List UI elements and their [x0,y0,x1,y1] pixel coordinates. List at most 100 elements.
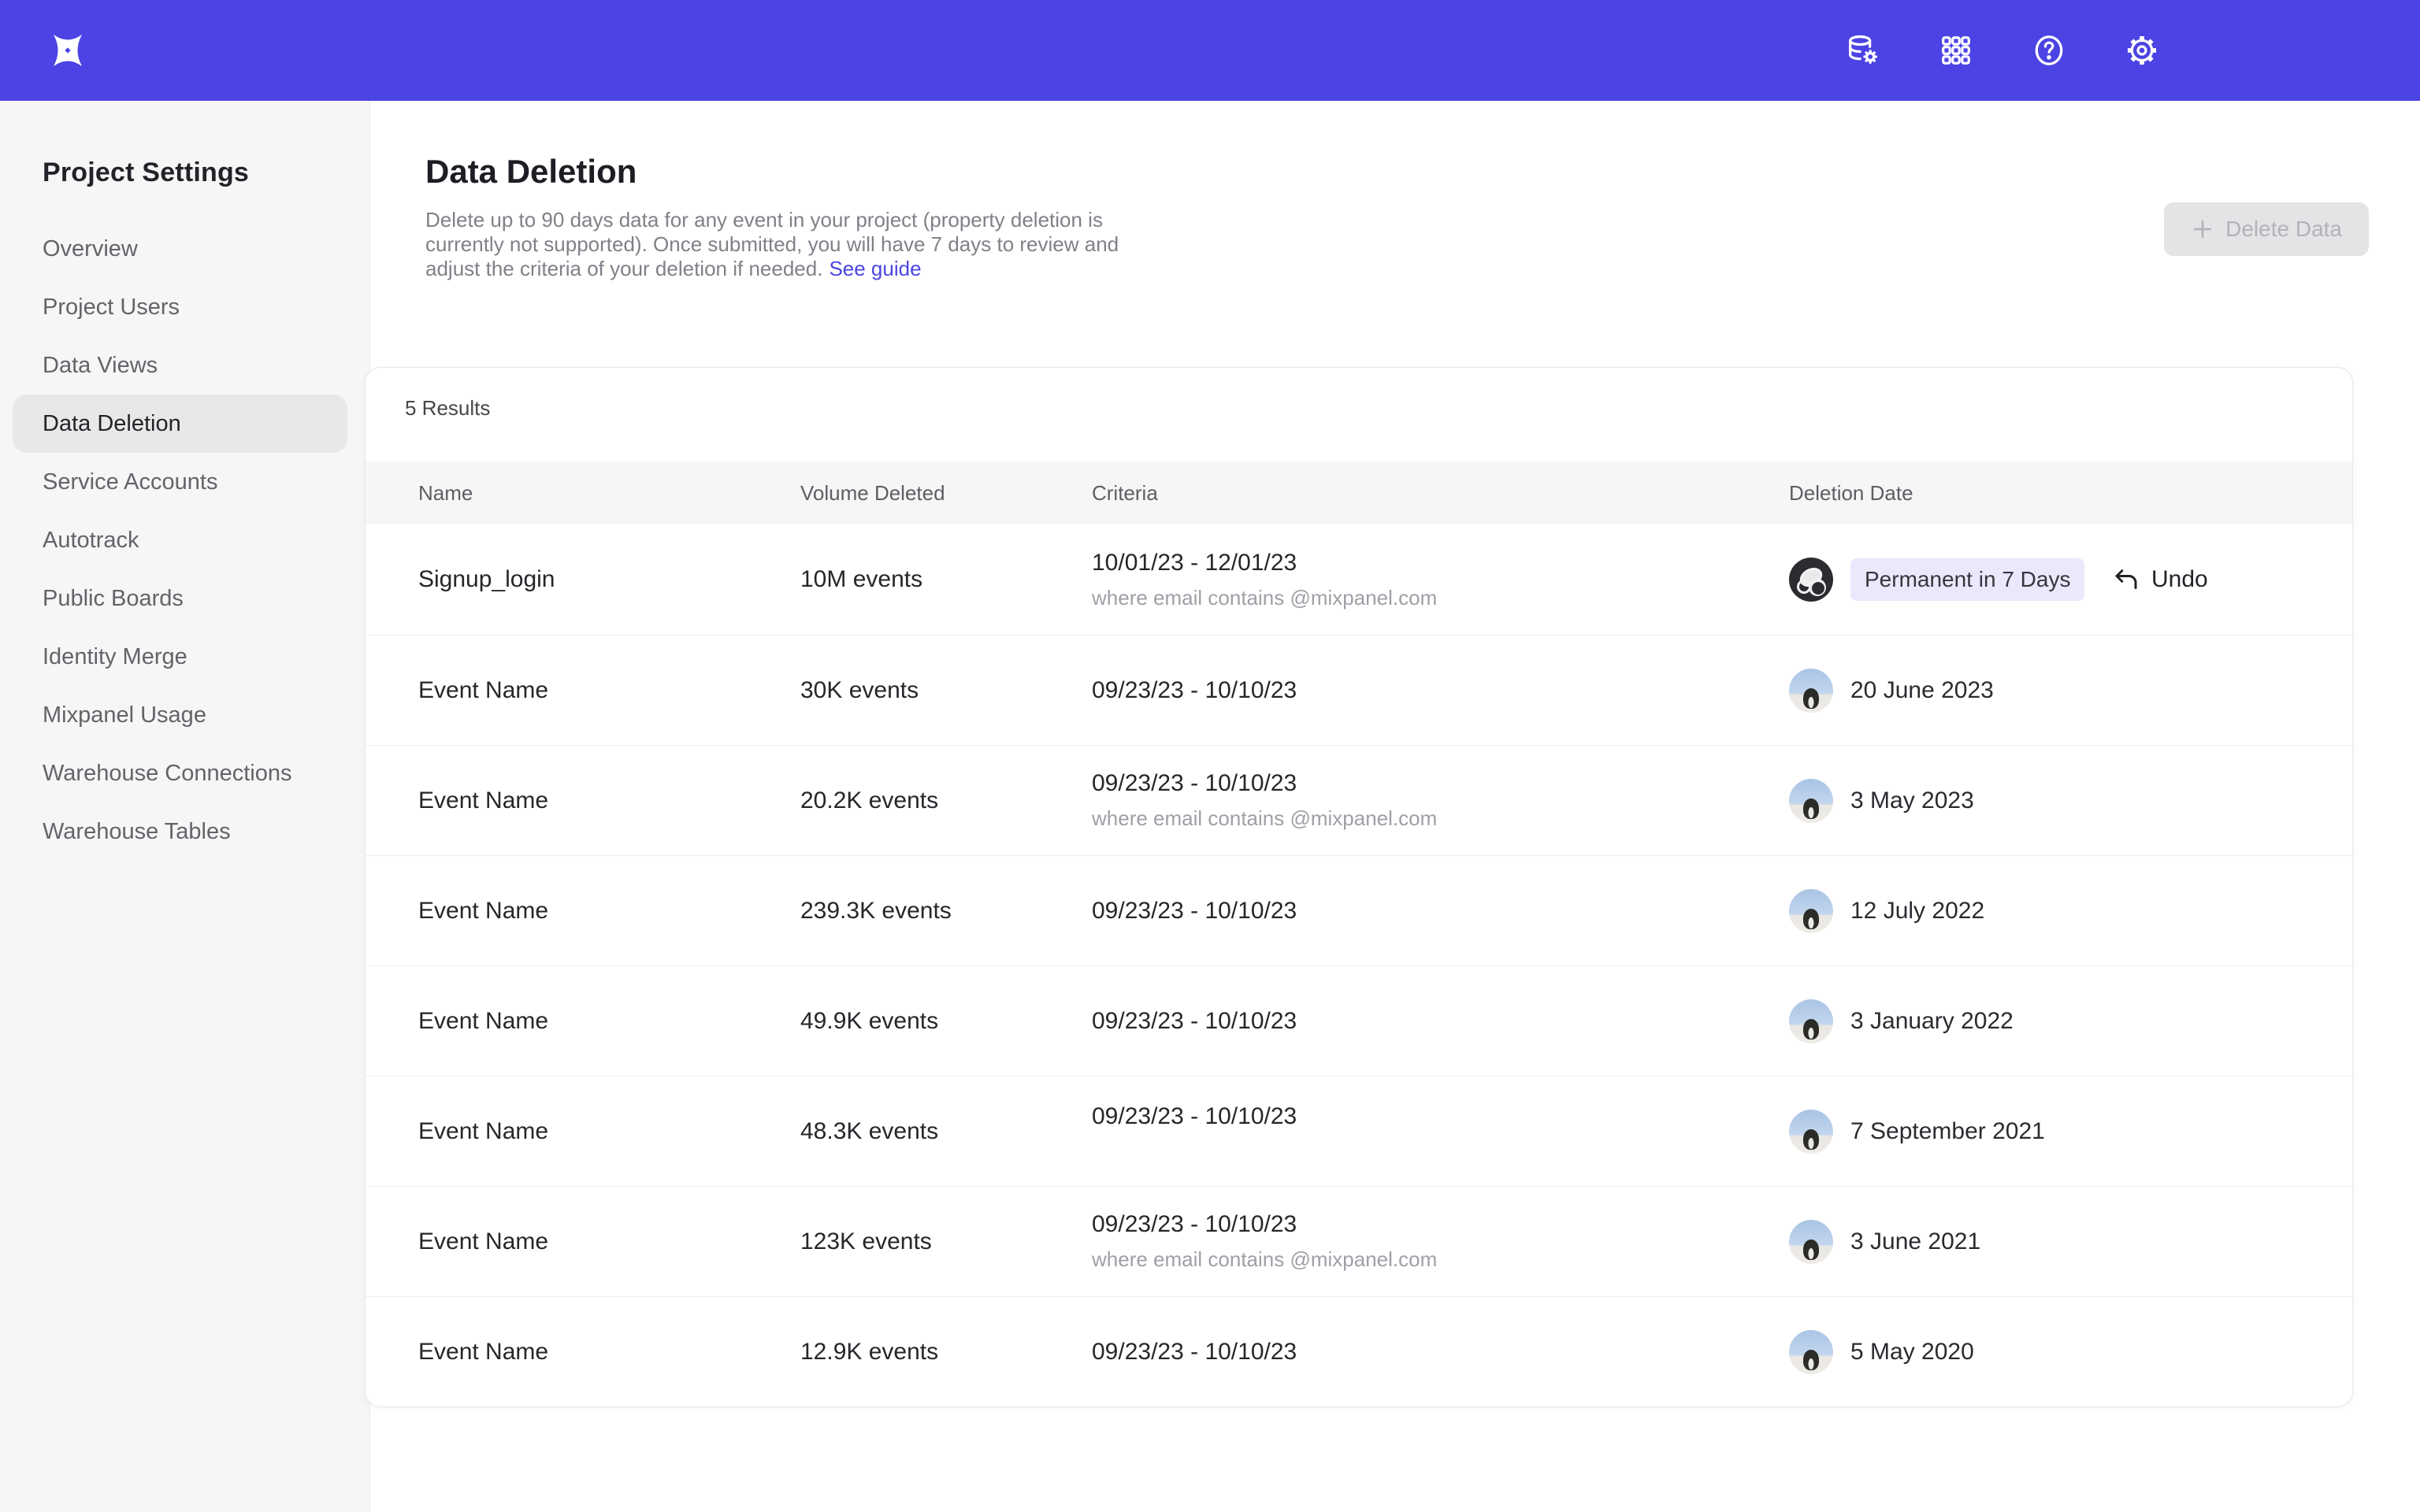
row-name: Event Name [418,898,800,925]
description-line: Delete up to 90 days data for any event … [425,208,2420,232]
data-management-icon[interactable] [1845,32,1881,69]
sidebar-item-identity-merge[interactable]: Identity Merge [13,628,347,686]
page-title: Data Deletion [425,153,2420,191]
row-deletion-date: 12 July 2022 [1789,889,2112,933]
topbar-icon-group [1845,32,2160,69]
sidebar-item-label: Identity Merge [43,644,187,670]
column-header-volume-deleted: Volume Deleted [800,481,1092,506]
sidebar-item-service-accounts[interactable]: Service Accounts [13,453,347,511]
row-name: Event Name [418,1008,800,1035]
row-volume: 30K events [800,677,1092,704]
deletion-date-text: 5 May 2020 [1850,1339,1974,1366]
table-row: Event Name 20.2K events 09/23/23 - 10/10… [366,745,2352,855]
avatar [1789,999,1833,1043]
row-deletion-date: Permanent in 7 Days [1789,558,2112,602]
undo-label: Undo [2151,566,2208,593]
avatar [1789,558,1833,602]
sidebar-item-project-users[interactable]: Project Users [13,278,347,336]
row-criteria: 09/23/23 - 10/10/23 where email contains… [1092,1211,1789,1272]
criteria-filter-text: where email contains @mixpanel.com [1092,1247,1789,1272]
row-criteria: 09/23/23 - 10/10/23 [1092,1339,1789,1366]
table-body: Signup_login 10M events 10/01/23 - 12/01… [366,524,2352,1406]
column-header-criteria: Criteria [1092,481,1789,506]
sidebar-item-label: Project Users [43,295,180,321]
table-row: Event Name 239.3K events 09/23/23 - 10/1… [366,855,2352,965]
sidebar-item-label: Public Boards [43,586,184,612]
table-row: Signup_login 10M events 10/01/23 - 12/01… [366,524,2352,635]
undo-icon [2112,565,2140,594]
sidebar-item-mixpanel-usage[interactable]: Mixpanel Usage [13,686,347,744]
sidebar-title: Project Settings [0,158,369,188]
table-row: Event Name 12.9K events 09/23/23 - 10/10… [366,1296,2352,1406]
row-deletion-date: 3 January 2022 [1789,999,2112,1043]
sidebar-item-label: Data Views [43,353,158,379]
row-volume: 20.2K events [800,788,1092,814]
settings-gear-icon[interactable] [2124,32,2160,69]
sidebar-item-autotrack[interactable]: Autotrack [13,511,347,569]
deletion-date-text: 3 June 2021 [1850,1228,1980,1255]
avatar [1789,1220,1833,1264]
sidebar: Project Settings Overview Project Users … [0,101,370,1512]
criteria-filter-text: where email contains @mixpanel.com [1092,806,1789,831]
row-criteria: 09/23/23 - 10/10/23 [1092,1008,1789,1035]
column-header-name: Name [418,481,800,506]
sidebar-item-label: Warehouse Connections [43,761,292,787]
undo-button[interactable]: Undo [2112,565,2208,594]
see-guide-link[interactable]: See guide [829,257,921,280]
sidebar-item-warehouse-connections[interactable]: Warehouse Connections [13,744,347,802]
sidebar-item-label: Mixpanel Usage [43,702,206,728]
avatar [1789,889,1833,933]
row-volume: 123K events [800,1228,1092,1255]
row-criteria: 09/23/23 - 10/10/23 [1092,677,1789,704]
help-icon[interactable] [2031,32,2067,69]
description-line: currently not supported). Once submitted… [425,232,2420,257]
row-volume: 49.9K events [800,1008,1092,1035]
criteria-filter-text: where email contains @mixpanel.com [1092,586,1789,610]
sidebar-nav: Overview Project Users Data Views Data D… [0,220,369,861]
delete-data-button[interactable]: Delete Data [2164,202,2369,256]
avatar [1789,1110,1833,1154]
criteria-date-range: 09/23/23 - 10/10/23 [1092,898,1789,925]
topbar [0,0,2420,101]
row-name: Event Name [418,1228,800,1255]
main-content: Data Deletion Delete up to 90 days data … [370,101,2420,1512]
row-name: Event Name [418,677,800,704]
criteria-date-range: 09/23/23 - 10/10/23 [1092,770,1789,797]
row-volume: 10M events [800,566,1092,593]
sidebar-item-label: Overview [43,236,138,262]
deletion-table-card: 5 Results Name Volume Deleted Criteria D… [365,367,2353,1407]
deletion-date-text: 3 May 2023 [1850,788,1974,814]
criteria-date-range: 09/23/23 - 10/10/23 [1092,1103,1789,1130]
sidebar-item-data-deletion[interactable]: Data Deletion [13,395,347,453]
page-description: Delete up to 90 days data for any event … [425,208,2420,281]
column-header-deletion-date: Deletion Date [1789,481,2112,506]
sidebar-item-label: Data Deletion [43,411,181,437]
table-row: Event Name 123K events 09/23/23 - 10/10/… [366,1186,2352,1296]
row-deletion-date: 5 May 2020 [1789,1330,2112,1374]
results-count: 5 Results [366,368,2352,421]
sidebar-item-label: Autotrack [43,528,139,554]
sidebar-item-public-boards[interactable]: Public Boards [13,569,347,628]
row-deletion-date: 3 June 2021 [1789,1220,2112,1264]
criteria-date-range: 09/23/23 - 10/10/23 [1092,677,1789,704]
table-row: Event Name 48.3K events 09/23/23 - 10/10… [366,1076,2352,1186]
delete-data-button-label: Delete Data [2225,217,2342,242]
mixpanel-logo[interactable] [49,32,87,69]
row-volume: 12.9K events [800,1339,1092,1366]
deletion-date-text: 12 July 2022 [1850,898,1984,925]
criteria-date-range: 09/23/23 - 10/10/23 [1092,1339,1789,1366]
plus-icon [2191,217,2214,241]
row-volume: 48.3K events [800,1118,1092,1145]
apps-grid-icon[interactable] [1938,32,1974,69]
row-name: Event Name [418,788,800,814]
table-row: Event Name 30K events 09/23/23 - 10/10/2… [366,635,2352,745]
row-deletion-date: 20 June 2023 [1789,669,2112,713]
sidebar-item-warehouse-tables[interactable]: Warehouse Tables [13,802,347,861]
sidebar-item-data-views[interactable]: Data Views [13,336,347,395]
row-name: Signup_login [418,566,800,593]
table-row: Event Name 49.9K events 09/23/23 - 10/10… [366,965,2352,1076]
sidebar-item-overview[interactable]: Overview [13,220,347,278]
row-deletion-date: 3 May 2023 [1789,779,2112,823]
description-line: adjust the criteria of your deletion if … [425,257,822,280]
row-criteria: 09/23/23 - 10/10/23 where email contains… [1092,770,1789,831]
